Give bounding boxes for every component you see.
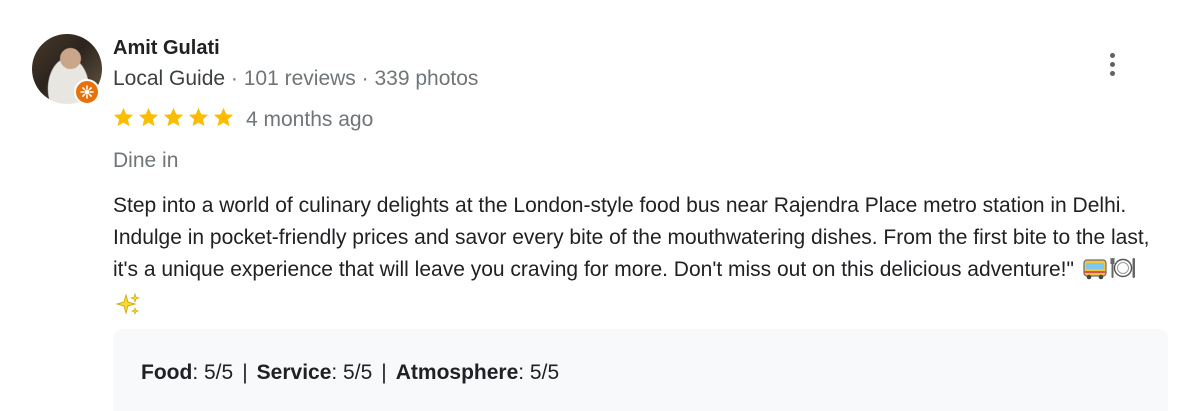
local-guide-badge-icon xyxy=(74,79,100,105)
review-count: 101 reviews xyxy=(243,67,356,90)
food-rating-label: Food xyxy=(141,361,193,384)
plate-cutlery-emoji xyxy=(1110,255,1136,291)
star-icon xyxy=(213,107,234,127)
star-icon xyxy=(138,107,159,127)
food-rating-value: : 5/5 xyxy=(192,361,234,384)
star-icon xyxy=(188,107,209,127)
sub-ratings-box: Food: 5/5 | Service: 5/5 | Atmosphere: 5/5 xyxy=(113,329,1168,411)
rating-divider: | xyxy=(242,361,248,384)
local-guide-label: Local Guide xyxy=(113,67,226,90)
bus-emoji xyxy=(1082,257,1108,291)
atmosphere-rating-value: : 5/5 xyxy=(518,361,560,384)
meta-separator: · xyxy=(355,67,375,90)
star-icon xyxy=(163,107,184,127)
review-body: Step into a world of culinary delights a… xyxy=(113,194,1150,281)
photo-count: 339 photos xyxy=(374,67,479,90)
more-vert-icon xyxy=(1109,52,1115,58)
more-options-button[interactable] xyxy=(1098,48,1126,80)
avatar[interactable] xyxy=(32,34,102,105)
dine-mode: Dine in xyxy=(113,149,179,172)
reviewer-meta[interactable]: Local Guide · 101 reviews · 339 photos xyxy=(113,66,478,92)
reviewer-name[interactable]: Amit Gulati xyxy=(113,36,220,60)
rating-divider: | xyxy=(381,361,387,384)
review-card: Amit Gulati Local Guide · 101 reviews · … xyxy=(0,0,1184,411)
meta-separator: · xyxy=(225,67,244,90)
atmosphere-rating-label: Atmosphere xyxy=(395,361,519,384)
service-rating-value: : 5/5 xyxy=(331,361,373,384)
star-icon xyxy=(113,107,134,127)
service-rating-label: Service xyxy=(256,361,332,384)
star-rating xyxy=(112,106,235,132)
review-date: 4 months ago xyxy=(246,108,374,131)
sparkles-emoji xyxy=(115,292,141,328)
review-text: Step into a world of culinary delights a… xyxy=(113,190,1163,328)
sub-ratings: Food: 5/5 | Service: 5/5 | Atmosphere: 5/5 xyxy=(141,360,559,386)
